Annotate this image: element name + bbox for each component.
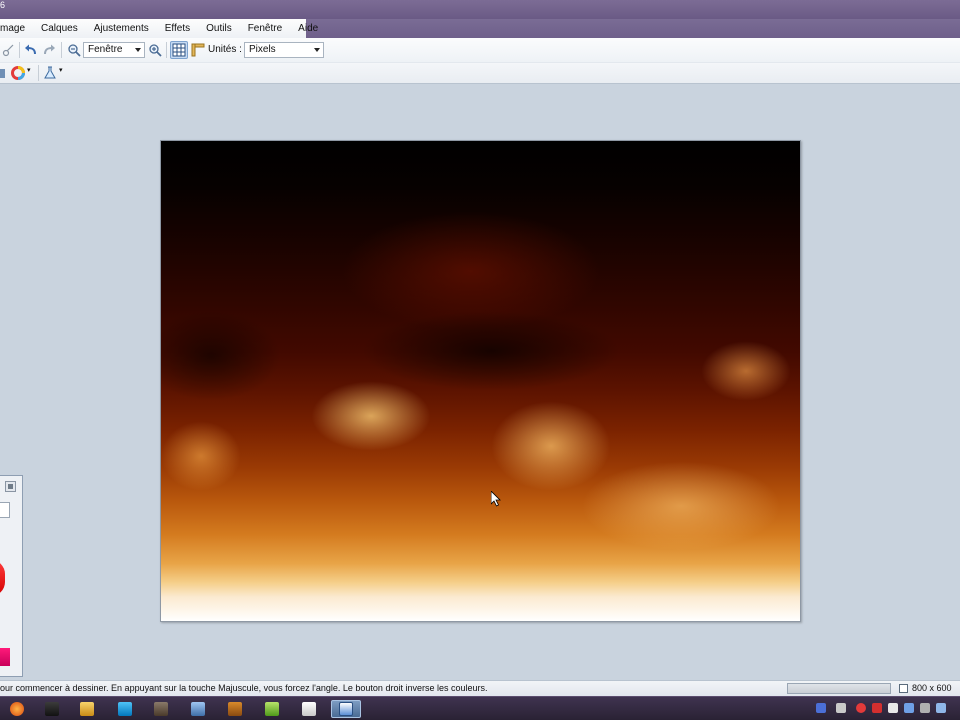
folder-icon (80, 702, 94, 716)
tray-icon[interactable] (936, 703, 946, 713)
taskbar-app-6[interactable] (183, 700, 213, 718)
window-icon (191, 702, 205, 716)
toolbar-separator (19, 42, 20, 58)
tray-icon[interactable] (836, 703, 846, 713)
zoom-in-icon[interactable] (148, 43, 162, 57)
menu-window[interactable]: Fenêtre (240, 19, 290, 38)
firefox-icon (10, 702, 24, 716)
tool-options-bar: ▾ ▾ (0, 63, 960, 84)
taskbar-app-9[interactable] (294, 700, 324, 718)
menu-effects[interactable]: Effets (157, 19, 198, 38)
menu-adjustments[interactable]: Ajustements (86, 19, 157, 38)
tray-icon[interactable] (888, 703, 898, 713)
taskbar-app-4[interactable] (110, 700, 140, 718)
menu-layers[interactable]: Calques (33, 19, 86, 38)
taskbar (0, 696, 960, 720)
flask-icon[interactable] (43, 66, 57, 80)
progress-bar (787, 683, 891, 694)
image-size: 800 x 600 (912, 683, 952, 693)
flame-highlight (311, 381, 431, 451)
menu-help[interactable]: Aide (290, 19, 326, 38)
zoom-select-value: Fenêtre (88, 44, 123, 55)
toolbar-separator (38, 65, 39, 81)
zoom-out-icon[interactable] (67, 43, 81, 57)
app-icon (265, 702, 279, 716)
chevron-down-icon (314, 48, 320, 52)
palette-swatch[interactable] (0, 502, 10, 518)
app-icon (154, 702, 168, 716)
taskbar-app-7[interactable] (220, 700, 250, 718)
title-glyph: 6 (0, 0, 6, 10)
flame-highlight (161, 421, 241, 491)
units-select[interactable]: Pixels (244, 42, 324, 58)
menu-strip: mage Calques Ajustements Effets Outils F… (0, 19, 318, 38)
menu-image[interactable]: mage (0, 19, 33, 38)
color-wheel-icon[interactable] (11, 66, 25, 80)
tray-icon[interactable] (872, 703, 882, 713)
tray-icon[interactable] (856, 703, 866, 713)
flame-highlight (701, 341, 791, 401)
menu-bar: mage Calques Ajustements Effets Outils F… (0, 19, 960, 38)
status-hint: our commencer à dessiner. En appuyant su… (0, 683, 488, 693)
app-icon (302, 702, 316, 716)
flame-shadow (161, 311, 281, 401)
colors-palette (0, 475, 23, 677)
ruler-icon[interactable] (191, 43, 205, 57)
chevron-down-icon[interactable]: ▾ (59, 66, 63, 74)
paint-net-icon (339, 702, 353, 716)
app-icon (45, 702, 59, 716)
taskbar-app-8[interactable] (257, 700, 287, 718)
color-wheel-icon[interactable] (0, 560, 5, 596)
taskbar-app-5[interactable] (146, 700, 176, 718)
taskbar-app-3[interactable] (72, 700, 102, 718)
cut-icon[interactable] (2, 43, 16, 57)
main-toolbar: Fenêtre Unités : Pixels (0, 38, 960, 63)
flame-shadow (361, 311, 621, 391)
secondary-color-swatch[interactable] (0, 648, 10, 666)
chevron-down-icon (135, 48, 141, 52)
undo-icon[interactable] (24, 43, 38, 57)
image-size-icon (899, 684, 908, 693)
skype-icon (118, 702, 132, 716)
taskbar-paint-net[interactable] (331, 700, 361, 718)
units-select-value: Pixels (249, 44, 276, 55)
status-bar: our commencer à dessiner. En appuyant su… (0, 680, 960, 696)
chevron-down-icon[interactable]: ▾ (27, 66, 31, 74)
taskbar-app-2[interactable] (37, 700, 67, 718)
flame-highlight (491, 401, 611, 491)
tray-icon[interactable] (920, 703, 930, 713)
toolbar-separator (166, 42, 167, 58)
grid-icon[interactable] (170, 41, 188, 59)
image-canvas[interactable] (160, 140, 801, 622)
menu-tools[interactable]: Outils (198, 19, 240, 38)
app-icon (228, 702, 242, 716)
zoom-select[interactable]: Fenêtre (83, 42, 145, 58)
redo-icon[interactable] (42, 43, 56, 57)
units-label: Unités : (208, 44, 242, 55)
mouse-cursor-icon (491, 491, 501, 507)
tray-icon[interactable] (816, 703, 826, 713)
title-bar: 6 (0, 0, 960, 19)
flame-highlight (581, 461, 781, 551)
taskbar-firefox[interactable] (2, 700, 32, 718)
toolbar-separator (61, 42, 62, 58)
tray-icon[interactable] (904, 703, 914, 713)
palette-close-icon[interactable] (5, 481, 16, 492)
